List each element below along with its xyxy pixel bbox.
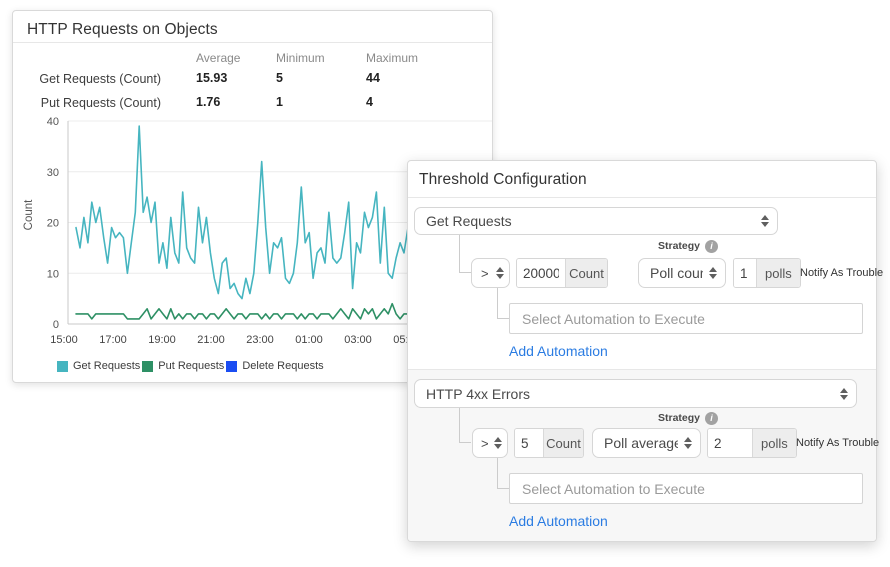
poll-count-input[interactable] [708,429,752,457]
svg-text:21:00: 21:00 [197,334,225,346]
legend-swatch-icon [142,361,153,372]
poll-count-input[interactable] [734,259,756,287]
svg-text:40: 40 [47,116,59,128]
strategy-label-row: Strategy i [608,239,718,253]
threshold-value-input[interactable] [515,429,543,457]
select-stepper-icon [496,267,504,279]
chart-legend: Get Requests Put Requests Delete Requests [57,360,326,372]
metric-select[interactable]: HTTP 4xx Errors [414,379,857,408]
tree-connector [459,235,471,273]
dashboard-stage: HTTP Requests on Objects Average Minimum… [0,0,890,567]
tree-connector [497,288,509,319]
info-icon[interactable]: i [705,412,718,425]
svg-text:0: 0 [53,319,59,331]
strategy-label: Strategy [658,240,700,252]
legend-label: Get Requests [73,360,140,372]
add-automation-link[interactable]: Add Automation [509,513,608,529]
tree-connector [459,408,471,443]
select-stepper-icon [709,267,717,279]
notify-as-trouble-label: Notify As Trouble [796,428,879,458]
polls-unit-addon: polls [756,259,800,287]
metric-select[interactable]: Get Requests [414,207,778,235]
operator-select-value: > [481,436,488,451]
select-stepper-icon [684,437,692,449]
strategy-label-row: Strategy i [608,411,718,425]
strategy-label: Strategy [658,412,700,424]
legend-item: Put Requests [142,360,224,372]
notify-as-trouble-label: Notify As Trouble [800,258,883,288]
metric-select-value: Get Requests [426,213,755,229]
svg-text:10: 10 [47,268,59,280]
svg-text:19:00: 19:00 [148,334,176,346]
threshold-input-group: Count [514,428,584,458]
metric-select-value: HTTP 4xx Errors [426,386,834,402]
threshold-unit-addon: Count [565,259,607,287]
automation-select-input[interactable] [509,303,863,334]
svg-text:23:00: 23:00 [246,334,274,346]
polls-unit-addon: polls [752,429,796,457]
legend-swatch-icon [226,361,237,372]
poll-strategy-select[interactable]: Poll average [592,428,701,458]
info-icon[interactable]: i [705,240,718,253]
add-automation-link[interactable]: Add Automation [509,343,608,359]
svg-text:17:00: 17:00 [99,334,127,346]
legend-item: Get Requests [57,360,140,372]
legend-swatch-icon [57,361,68,372]
threshold-panel-title: Threshold Configuration [419,171,587,189]
threshold-unit-addon: Count [543,429,583,457]
svg-text:03:00: 03:00 [344,334,372,346]
select-stepper-icon [494,437,502,449]
svg-text:01:00: 01:00 [295,334,323,346]
svg-text:15:00: 15:00 [50,334,78,346]
svg-text:30: 30 [47,167,59,179]
poll-strategy-value: Poll count [650,265,703,281]
tree-connector [497,458,509,489]
select-stepper-icon [840,388,848,400]
title-divider [408,197,876,198]
threshold-configuration-panel: Threshold Configuration Get Requests Str… [407,160,877,542]
poll-strategy-select[interactable]: Poll count [638,258,726,288]
legend-item: Delete Requests [226,360,323,372]
automation-select-input[interactable] [509,473,863,504]
select-stepper-icon [761,215,769,227]
polls-input-group: polls [707,428,797,458]
legend-label: Delete Requests [242,360,323,372]
threshold-input-group: Count [516,258,608,288]
svg-text:20: 20 [47,218,59,230]
operator-select-value: > [481,266,490,281]
poll-strategy-value: Poll average [604,435,678,451]
threshold-value-input[interactable] [517,259,565,287]
legend-label: Put Requests [158,360,224,372]
operator-select[interactable]: > [472,428,508,458]
operator-select[interactable]: > [471,258,510,288]
polls-input-group: polls [733,258,801,288]
